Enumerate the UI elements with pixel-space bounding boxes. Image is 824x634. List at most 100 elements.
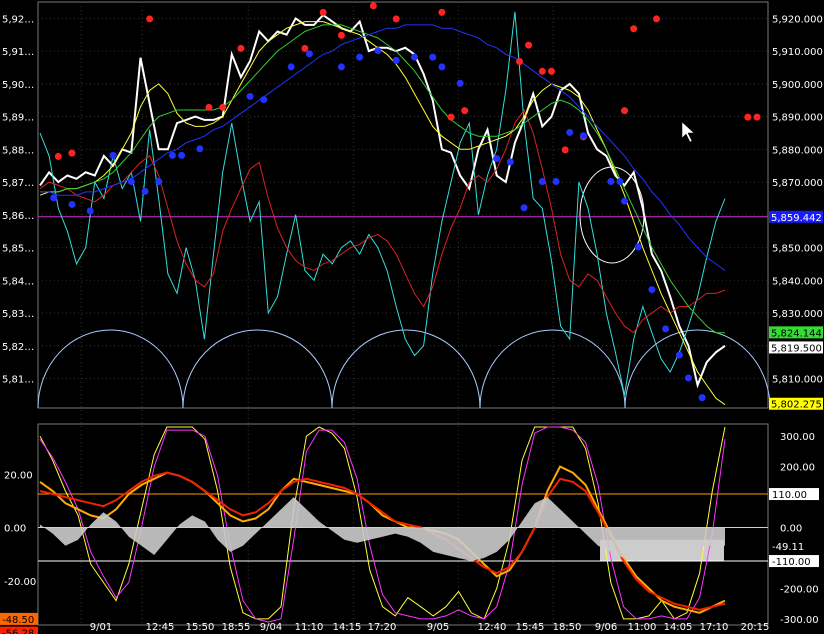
price-left-tick-label: 5,85…: [2, 244, 34, 255]
signal-dot-blue: [520, 204, 528, 212]
x-axis-tick-label: 14:15: [333, 622, 362, 633]
signal-dot-blue: [392, 56, 400, 64]
signal-dot-blue: [538, 178, 546, 186]
signal-dot-blue: [438, 63, 446, 71]
x-axis-tick-label: 11:10: [295, 622, 324, 633]
x-axis-tick-label: 17:20: [368, 622, 397, 633]
signal-dot-red: [392, 15, 400, 23]
price-left-tick-label: 5,91…: [2, 47, 34, 58]
signal-dot-red: [516, 57, 523, 65]
signal-dot-red: [438, 8, 446, 16]
signal-dot-blue: [566, 128, 574, 136]
oscillator-left-marker-label: -56.28: [2, 629, 34, 634]
price-marker-label: 5,859.442: [771, 213, 822, 224]
signal-dot-blue: [506, 158, 514, 166]
signal-dot-red: [337, 31, 345, 39]
signal-dot-blue: [493, 155, 501, 163]
signal-dot-red: [753, 113, 761, 121]
price-right-tick-label: 5,830.000: [772, 309, 823, 320]
price-left-tick-label: 5,89…: [2, 113, 34, 124]
price-right-tick-label: 5,850.000: [772, 244, 823, 255]
price-left-tick-label: 5,84…: [2, 276, 34, 287]
x-axis-tick-label: 17:10: [700, 622, 729, 633]
x-axis-tick-label: 18:55: [222, 622, 251, 633]
signal-dot-blue: [648, 286, 656, 294]
signal-dot-blue: [127, 178, 135, 186]
signal-dot-red: [621, 107, 629, 115]
price-marker-label: 5,819.500: [771, 343, 822, 354]
signal-dot-red: [461, 107, 469, 115]
signal-dot-red: [447, 113, 455, 121]
signal-dot-blue: [698, 394, 706, 402]
signal-dot-red: [525, 41, 533, 49]
x-axis-tick-label: 12:45: [146, 622, 175, 633]
x-axis-tick-label: 9/01: [90, 622, 112, 633]
signal-dot-blue: [305, 50, 313, 58]
chart-canvas: 5,920.000 5,910.000 5,900.000 5,890.000 5,88…: [0, 1, 823, 634]
x-axis-tick-label: 12:40: [478, 622, 507, 633]
price-right-tick-label: 5,840.000: [772, 276, 823, 287]
signal-dot-red: [653, 15, 660, 23]
x-axis-tick-label: 15:50: [186, 622, 215, 633]
price-left-tick-label: 5,88…: [2, 145, 34, 156]
x-axis-tick-label: 18:50: [553, 622, 582, 633]
price-right-tick-label: 5,910.000: [772, 47, 823, 58]
price-left-tick-label: 5,86…: [2, 211, 34, 222]
signal-dot-red: [205, 103, 213, 111]
price-right-tick-label: 5,870.000: [772, 178, 823, 189]
price-left-tick-label: 5,87…: [2, 178, 34, 189]
signal-dot-blue: [178, 151, 186, 159]
signal-dot-blue: [579, 132, 587, 140]
signal-dot-blue: [196, 145, 204, 153]
price-left-tick-label: 5,92…: [2, 14, 34, 25]
signal-dot-blue: [287, 63, 295, 71]
signal-dot-blue: [675, 351, 683, 359]
signal-dot-blue: [607, 178, 615, 186]
price-marker-label: 5,802.275: [771, 400, 822, 411]
price-right-tick-label: 5,880.000: [772, 145, 823, 156]
signal-dot-blue: [50, 194, 58, 202]
x-axis-tick-label: 9/05: [427, 622, 449, 633]
signal-dot-blue: [429, 53, 437, 61]
oscillator-left-tick-label: 0.00: [4, 524, 26, 535]
price-right-tick-label: 5,900.000: [772, 80, 823, 91]
signal-dot-red: [68, 149, 76, 157]
x-axis-tick-label: 15:45: [516, 622, 545, 633]
signal-dot-red: [561, 146, 569, 154]
signal-dot-blue: [684, 374, 692, 382]
x-axis-tick-label: 11:00: [628, 622, 657, 633]
signal-dot-blue: [246, 92, 254, 100]
signal-dot-blue: [662, 325, 670, 333]
x-axis-tick-label: 9/06: [595, 622, 617, 633]
price-left-tick-label: 5,83…: [2, 309, 34, 320]
x-axis-tick-label: 20:15: [741, 622, 770, 633]
oscillator-right-tick-label: -300.00: [780, 615, 819, 626]
price-right-tick-label: 5,810.000: [772, 375, 823, 386]
signal-dot-blue: [337, 63, 345, 71]
signal-dot-blue: [616, 178, 624, 186]
price-right-tick-label: 5,920.000: [772, 14, 823, 25]
oscillator-marker-label: -49.11: [772, 542, 804, 553]
x-axis-tick-label: 9/04: [260, 622, 282, 633]
signal-dot-blue: [260, 96, 268, 104]
signal-dot-red: [301, 44, 309, 52]
signal-dot-blue: [356, 53, 364, 61]
signal-dot-red: [319, 8, 327, 16]
signal-dot-red: [237, 44, 245, 52]
signal-dot-blue: [456, 79, 464, 87]
signal-dot-blue: [552, 178, 560, 186]
signal-dot-red: [547, 67, 555, 75]
signal-dot-red: [630, 25, 638, 33]
oscillator-right-tick-label: 200.00: [780, 463, 815, 474]
oscillator-left-marker-label: -48.50: [2, 615, 34, 626]
signal-dot-red: [538, 67, 546, 75]
price-left-tick-label: 5,82…: [2, 342, 34, 353]
price-marker-label: 5,824.144: [771, 328, 822, 339]
signal-dot-blue: [621, 197, 629, 205]
signal-dot-red: [744, 113, 752, 121]
oscillator-marker-label: 110.00: [772, 490, 807, 501]
signal-dot-red: [146, 15, 154, 23]
price-right-tick-label: 5,890.000: [772, 113, 823, 124]
signal-dot-blue: [86, 207, 94, 215]
price-left-tick-label: 5,81…: [2, 375, 34, 386]
